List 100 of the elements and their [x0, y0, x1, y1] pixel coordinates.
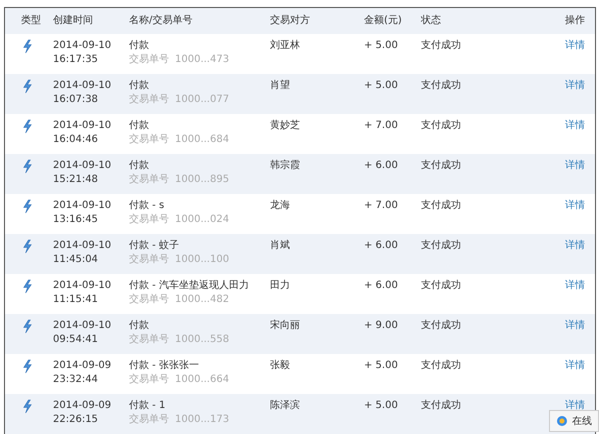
amount-text: + 6.00 — [364, 279, 399, 293]
amount-text: + 7.00 — [364, 199, 399, 213]
order-label: 交易单号 — [129, 293, 169, 307]
order-number: 1000...173 — [175, 413, 230, 427]
details-link[interactable]: 详情 — [521, 319, 595, 333]
column-header: 交易对方 — [270, 14, 311, 28]
counterparty-text: 黄妙芝 — [270, 119, 301, 133]
lightning-icon — [21, 199, 34, 214]
time-text: 11:45:04 — [53, 253, 99, 267]
amount-text: + 9.00 — [364, 319, 399, 333]
details-link[interactable]: 详情 — [521, 279, 595, 293]
payment-name: 付款 - 汽车坐垫返现人田力 — [129, 279, 250, 293]
payment-name: 付款 - 1 — [129, 399, 166, 413]
amount-text: + 5.00 — [364, 79, 399, 93]
order-label: 交易单号 — [129, 373, 169, 387]
payment-name: 付款 — [129, 79, 150, 93]
status-text: 支付成功 — [421, 199, 462, 213]
date-text: 2014-09-10 — [53, 79, 112, 93]
counterparty-text: 龙海 — [270, 199, 291, 213]
status-text: 支付成功 — [421, 79, 462, 93]
status-text: 支付成功 — [421, 359, 462, 373]
date-text: 2014-09-10 — [53, 119, 112, 133]
online-chat-button[interactable]: 在线 — [549, 410, 599, 432]
amount-text: + 6.00 — [364, 239, 399, 253]
counterparty-text: 韩宗霞 — [270, 159, 301, 173]
order-number: 1000...664 — [175, 373, 230, 387]
column-header: 操作 — [564, 14, 586, 28]
date-text: 2014-09-09 — [53, 399, 112, 413]
order-number: 1000...473 — [175, 53, 230, 67]
date-text: 2014-09-10 — [53, 279, 112, 293]
details-link[interactable]: 详情 — [521, 399, 595, 413]
date-text: 2014-09-09 — [53, 359, 112, 373]
date-text: 2014-09-10 — [53, 319, 112, 333]
column-header: 金额(元) — [364, 14, 403, 28]
details-link[interactable]: 详情 — [521, 39, 595, 53]
amount-text: + 5.00 — [364, 39, 399, 53]
column-header: 名称/交易单号 — [129, 14, 194, 28]
payment-name: 付款 - s — [129, 199, 166, 213]
date-text: 2014-09-10 — [53, 199, 112, 213]
order-number: 1000...077 — [175, 93, 230, 107]
date-text: 2014-09-10 — [53, 239, 112, 253]
order-label: 交易单号 — [129, 413, 169, 427]
lightning-icon — [21, 239, 34, 254]
order-label: 交易单号 — [129, 53, 169, 67]
counterparty-text: 陈泽滨 — [270, 399, 301, 413]
time-text: 13:16:45 — [53, 213, 99, 227]
time-text: 15:21:48 — [53, 173, 99, 187]
lightning-icon — [21, 359, 34, 374]
order-label: 交易单号 — [129, 93, 169, 107]
time-text: 11:15:41 — [53, 293, 99, 307]
amount-text: + 5.00 — [364, 359, 399, 373]
order-number: 1000...684 — [175, 133, 230, 147]
payment-name: 付款 — [129, 119, 150, 133]
lightning-icon — [21, 399, 34, 414]
time-text: 09:54:41 — [53, 333, 99, 347]
order-label: 交易单号 — [129, 213, 169, 227]
order-number: 1000...895 — [175, 173, 230, 187]
order-label: 交易单号 — [129, 173, 169, 187]
counterparty-text: 田力 — [270, 279, 291, 293]
payment-name: 付款 — [129, 159, 150, 173]
payment-name: 付款 - 张张张一 — [129, 359, 200, 373]
status-text: 支付成功 — [421, 239, 462, 253]
details-link[interactable]: 详情 — [521, 159, 595, 173]
amount-text: + 5.00 — [364, 399, 399, 413]
counterparty-text: 刘亚林 — [270, 39, 301, 53]
lightning-icon — [21, 279, 34, 294]
order-number: 1000...558 — [175, 333, 230, 347]
column-header: 类型 — [20, 14, 42, 28]
time-text: 22:26:15 — [53, 413, 99, 427]
payment-name: 付款 — [129, 39, 150, 53]
lightning-icon — [21, 39, 34, 54]
lightning-icon — [21, 319, 34, 334]
lightning-icon — [21, 79, 34, 94]
details-link[interactable]: 详情 — [521, 239, 595, 253]
details-link[interactable]: 详情 — [521, 119, 595, 133]
status-text: 支付成功 — [421, 399, 462, 413]
time-text: 16:17:35 — [53, 53, 99, 67]
status-text: 支付成功 — [421, 119, 462, 133]
counterparty-text: 宋向丽 — [270, 319, 301, 333]
status-text: 支付成功 — [421, 319, 462, 333]
details-link[interactable]: 详情 — [521, 199, 595, 213]
order-label: 交易单号 — [129, 133, 169, 147]
details-link[interactable]: 详情 — [521, 359, 595, 373]
counterparty-text: 肖望 — [270, 79, 291, 93]
time-text: 23:32:44 — [53, 373, 99, 387]
order-number: 1000...024 — [175, 213, 230, 227]
date-text: 2014-09-10 — [53, 39, 112, 53]
order-number: 1000...482 — [175, 293, 230, 307]
payment-name: 付款 — [129, 319, 150, 333]
time-text: 16:04:46 — [53, 133, 99, 147]
order-label: 交易单号 — [129, 253, 169, 267]
payment-name: 付款 - 蚊子 — [129, 239, 180, 253]
details-link[interactable]: 详情 — [521, 79, 595, 93]
amount-text: + 7.00 — [364, 119, 399, 133]
amount-text: + 6.00 — [364, 159, 399, 173]
lightning-icon — [21, 119, 34, 134]
column-header: 创建时间 — [53, 14, 94, 28]
status-text: 支付成功 — [421, 159, 462, 173]
counterparty-text: 张毅 — [270, 359, 291, 373]
date-text: 2014-09-10 — [53, 159, 112, 173]
